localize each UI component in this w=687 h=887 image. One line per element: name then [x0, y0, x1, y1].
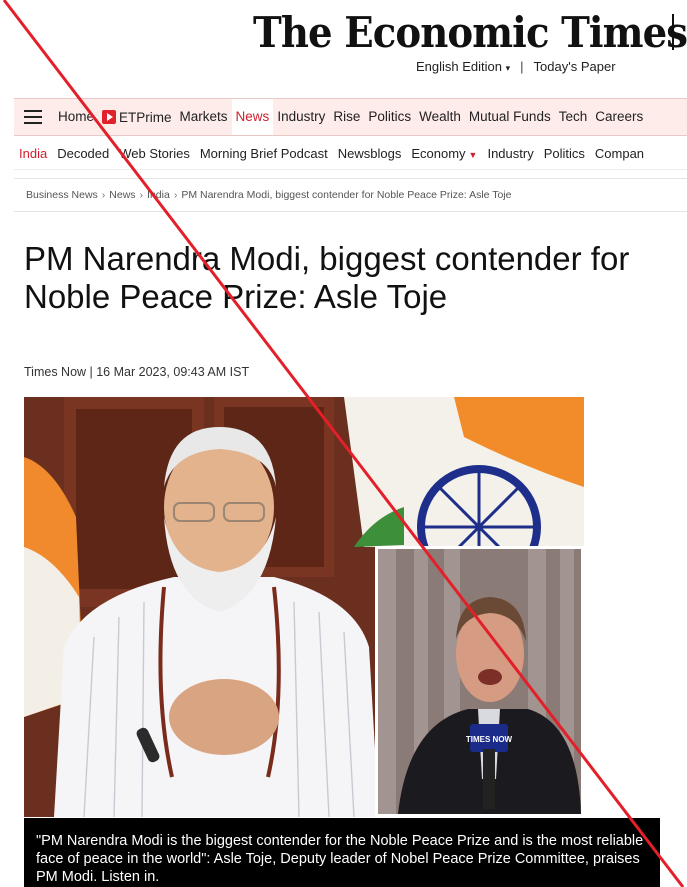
breadcrumb: Business News › News › India › PM Narend…: [14, 178, 687, 212]
edition-label: English Edition: [416, 59, 502, 74]
divider: |: [520, 59, 524, 74]
subnav-item-newsblogs[interactable]: Newsblogs: [333, 146, 407, 161]
subnav-item-companies[interactable]: Compan: [590, 146, 649, 161]
subnav-item-morning-brief-podcast[interactable]: Morning Brief Podcast: [195, 146, 333, 161]
breadcrumb-current: PM Narendra Modi, biggest contender for …: [181, 189, 512, 201]
mic-logo-text: TIMES NOW: [466, 735, 513, 744]
hamburger-menu-icon[interactable]: [24, 110, 42, 124]
edition-row: English Edition ▾ | Today's Paper: [416, 59, 616, 74]
subnav-item-economy[interactable]: Economy ▼: [406, 146, 482, 161]
nav-item-mutual-funds[interactable]: Mutual Funds: [465, 99, 555, 135]
subnav-item-web-stories[interactable]: Web Stories: [114, 146, 195, 161]
page: The Economic Times English Edition ▾ | T…: [0, 0, 687, 887]
secondary-nav: India Decoded Web Stories Morning Brief …: [14, 138, 687, 170]
subnav-item-industry[interactable]: Industry: [482, 146, 538, 161]
breadcrumb-business-news[interactable]: Business News: [26, 189, 98, 201]
nav-item-home[interactable]: Home: [54, 99, 98, 135]
article-byline: Times Now | 16 Mar 2023, 09:43 AM IST: [24, 365, 250, 379]
masthead: The Economic Times English Edition ▾ | T…: [0, 0, 687, 96]
nav-item-politics[interactable]: Politics: [364, 99, 415, 135]
edition-selector[interactable]: English Edition ▾: [416, 59, 510, 74]
caret-down-icon: ▾: [505, 63, 511, 73]
subnav-item-decoded[interactable]: Decoded: [52, 146, 114, 161]
logo-divider: [672, 14, 674, 50]
inset-interview-image[interactable]: TIMES NOW: [375, 546, 584, 817]
subnav-item-india[interactable]: India: [14, 146, 52, 161]
nav-item-tech[interactable]: Tech: [555, 99, 592, 135]
nav-item-careers[interactable]: Careers: [591, 99, 647, 135]
breadcrumb-news[interactable]: News: [109, 189, 135, 201]
article-headline: PM Narendra Modi, biggest contender for …: [24, 240, 630, 315]
image-caption: "PM Narendra Modi is the biggest contend…: [24, 818, 660, 887]
breadcrumb-separator-icon: ›: [173, 189, 178, 201]
inset-photo: TIMES NOW: [378, 549, 581, 814]
nav-item-etprime[interactable]: ETPrime: [98, 99, 176, 135]
primary-nav: Home ETPrime Markets News Industry Rise …: [14, 98, 687, 136]
etprime-icon: [102, 110, 117, 124]
subnav-item-economy-label: Economy: [411, 146, 466, 161]
nav-item-etprime-label: ETPrime: [119, 109, 172, 125]
nav-item-industry[interactable]: Industry: [273, 99, 329, 135]
site-logo[interactable]: The Economic Times: [253, 8, 687, 57]
breadcrumb-separator-icon: ›: [139, 189, 144, 201]
breadcrumb-india[interactable]: India: [147, 189, 170, 201]
nav-item-wealth[interactable]: Wealth: [415, 99, 465, 135]
nav-item-rise[interactable]: Rise: [329, 99, 364, 135]
caret-down-icon: ▼: [468, 150, 478, 160]
nav-item-news[interactable]: News: [231, 99, 274, 135]
todays-paper-link[interactable]: Today's Paper: [534, 59, 616, 74]
nav-item-markets[interactable]: Markets: [176, 99, 232, 135]
subnav-item-politics[interactable]: Politics: [539, 146, 590, 161]
breadcrumb-separator-icon: ›: [101, 189, 106, 201]
